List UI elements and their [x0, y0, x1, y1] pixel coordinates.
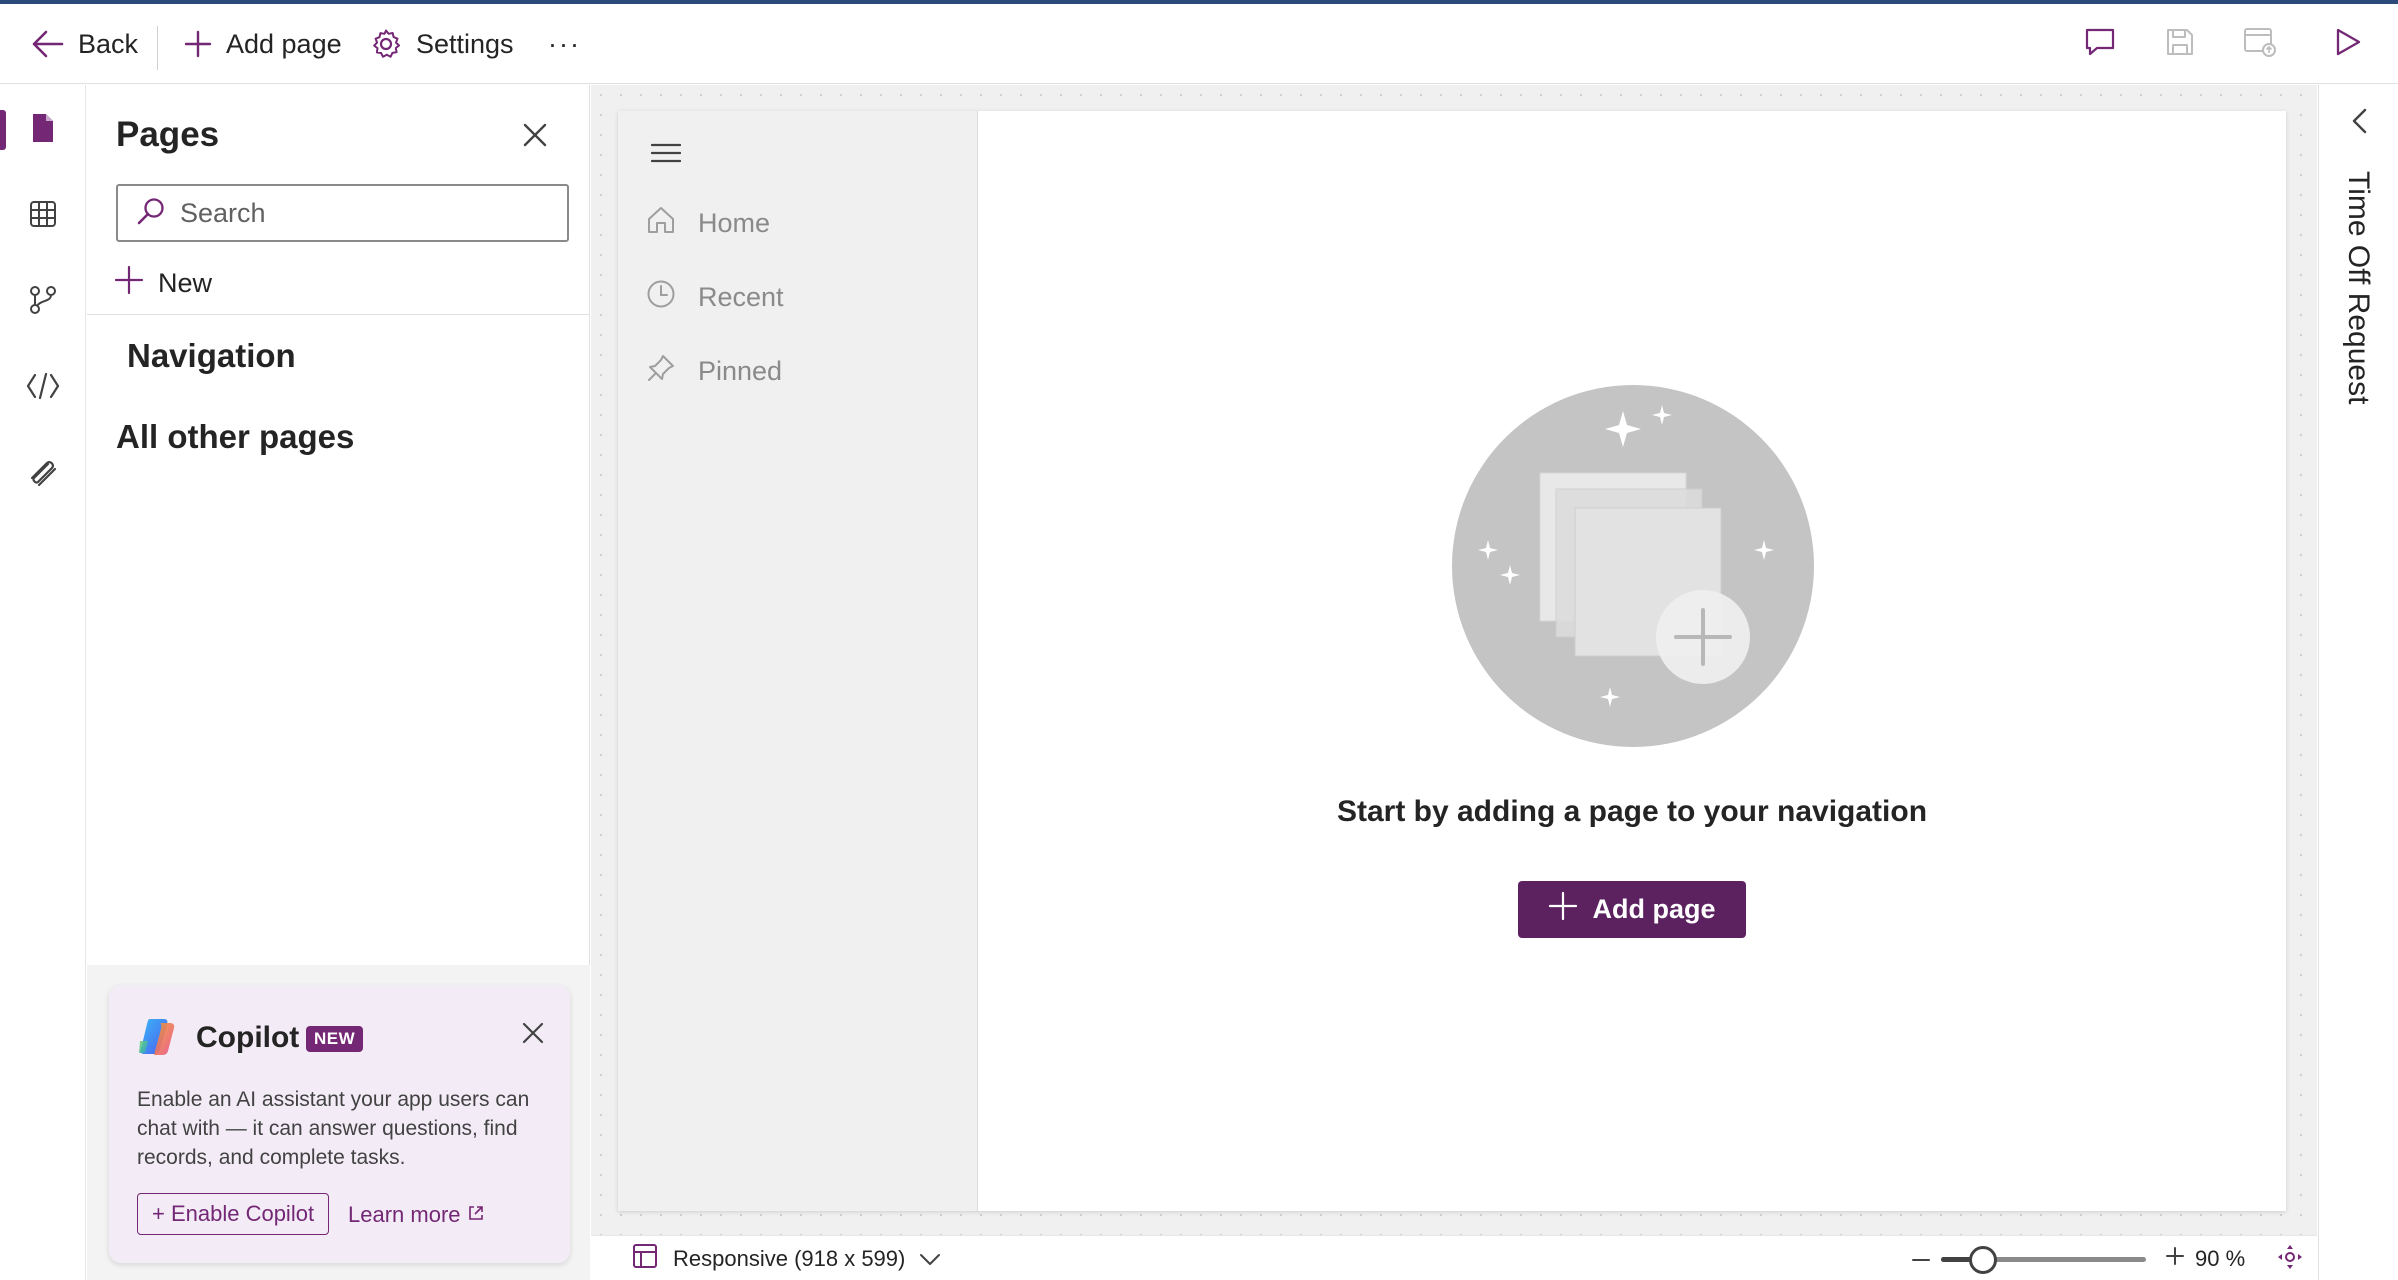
- close-icon: [522, 122, 548, 153]
- pages-panel: Pages New Navigation All other pages: [87, 85, 590, 1280]
- app-title-vertical: Time Off Request: [2342, 171, 2375, 405]
- app-navigation: Home Recent Pinned: [618, 111, 978, 1211]
- command-bar: Back Add page Settings ···: [0, 4, 2398, 84]
- navigation-heading[interactable]: Navigation: [127, 337, 296, 375]
- right-properties-panel: Time Off Request: [2318, 85, 2398, 1280]
- search-box: [116, 184, 569, 242]
- app-nav-item-home[interactable]: Home: [646, 201, 770, 245]
- chevron-left-icon: [2350, 107, 2368, 140]
- status-bar: Responsive (918 x 599) 90 %: [591, 1235, 2317, 1280]
- comments-button[interactable]: [2070, 4, 2130, 84]
- zoom-level: 90 %: [2195, 1245, 2246, 1271]
- save-button[interactable]: [2150, 4, 2210, 84]
- page-icon: [30, 112, 56, 149]
- enable-copilot-button[interactable]: + Enable Copilot: [137, 1193, 330, 1235]
- add-page-label: Add page: [226, 28, 342, 59]
- settings-label: Settings: [416, 28, 514, 59]
- app-nav-label: Home: [698, 207, 771, 238]
- paperclip-icon: [27, 456, 59, 493]
- back-button[interactable]: Back: [32, 4, 138, 84]
- app-preview: Home Recent Pinned Start by adding a pag…: [618, 111, 2286, 1211]
- rail-components[interactable]: [0, 439, 86, 509]
- expand-panel-button[interactable]: [2343, 107, 2375, 139]
- copilot-title: Copilot: [196, 1021, 300, 1054]
- close-icon: [521, 1021, 545, 1050]
- copilot-logo-icon: [136, 1015, 180, 1064]
- minus-icon: [1911, 1249, 1931, 1267]
- back-label: Back: [78, 28, 139, 59]
- table-icon: [28, 199, 58, 234]
- hamburger-menu-button[interactable]: [646, 135, 686, 175]
- app-nav-label: Pinned: [698, 355, 783, 386]
- more-options-button[interactable]: ···: [548, 4, 581, 84]
- publish-icon: [2243, 26, 2277, 63]
- app-nav-item-pinned[interactable]: Pinned: [646, 349, 782, 393]
- screen-size-label: Responsive (918 x 599): [673, 1245, 906, 1271]
- app-nav-label: Recent: [698, 281, 784, 312]
- add-page-primary-label: Add page: [1592, 894, 1716, 924]
- clock-icon: [646, 279, 676, 316]
- search-icon: [136, 196, 166, 231]
- zoom-out-button[interactable]: [1905, 1242, 1937, 1274]
- hamburger-icon: [650, 142, 682, 169]
- active-indicator: [0, 110, 6, 150]
- comment-icon: [2084, 26, 2116, 63]
- pin-icon: [646, 353, 676, 390]
- fit-to-window-button[interactable]: [2273, 1242, 2307, 1276]
- layout-icon: [631, 1242, 659, 1276]
- zoom-slider-thumb[interactable]: [1969, 1246, 1998, 1274]
- arrow-left-icon: [32, 29, 64, 59]
- gear-icon: [370, 28, 402, 60]
- learn-more-label: Learn more: [348, 1202, 461, 1227]
- left-rail: [0, 85, 86, 1280]
- plus-icon: [1548, 891, 1578, 928]
- zoom-in-button[interactable]: [2159, 1242, 2191, 1274]
- branch-icon: [28, 284, 58, 321]
- settings-button[interactable]: Settings: [370, 4, 514, 84]
- rail-data[interactable]: [0, 181, 86, 251]
- copilot-description: Enable an AI assistant your app users ca…: [137, 1088, 530, 1169]
- rail-code[interactable]: [0, 353, 86, 423]
- rail-pages[interactable]: [0, 95, 86, 165]
- new-label: New: [158, 267, 213, 298]
- add-page-primary-button[interactable]: Add page: [1518, 881, 1746, 938]
- panel-divider: [87, 314, 590, 315]
- more-options-label: ···: [548, 28, 581, 59]
- new-badge: NEW: [306, 1026, 364, 1052]
- plus-icon: [114, 265, 144, 302]
- play-icon: [2334, 27, 2362, 62]
- command-separator: [157, 26, 158, 70]
- rail-automation[interactable]: [0, 267, 86, 337]
- close-panel-button[interactable]: [517, 119, 553, 155]
- plus-icon: [2165, 1246, 2185, 1271]
- empty-state-illustration: [1452, 385, 1814, 747]
- empty-state-message: Start by adding a page to your navigatio…: [1336, 795, 1928, 828]
- other-pages-heading[interactable]: All other pages: [116, 418, 354, 456]
- app-nav-item-recent[interactable]: Recent: [646, 275, 784, 319]
- copilot-card: Copilot NEW Enable an AI assistant your …: [109, 985, 570, 1263]
- fit-screen-icon: [2277, 1244, 2303, 1275]
- chevron-down-icon: [919, 1246, 941, 1272]
- publish-button[interactable]: [2230, 4, 2290, 84]
- learn-more-link[interactable]: Learn more: [348, 1202, 485, 1228]
- close-copilot-button[interactable]: [517, 1019, 549, 1051]
- search-input[interactable]: [180, 197, 540, 229]
- new-page-button[interactable]: New: [114, 261, 212, 305]
- add-page-button[interactable]: Add page: [184, 4, 342, 84]
- plus-icon: [184, 30, 212, 58]
- panel-title: Pages: [116, 115, 220, 154]
- save-icon: [2165, 27, 2195, 62]
- home-icon: [646, 205, 676, 242]
- screen-size-dropdown[interactable]: Responsive (918 x 599): [631, 1236, 941, 1280]
- external-link-icon: [467, 1202, 485, 1228]
- play-button[interactable]: [2318, 4, 2378, 84]
- code-icon: [26, 371, 60, 406]
